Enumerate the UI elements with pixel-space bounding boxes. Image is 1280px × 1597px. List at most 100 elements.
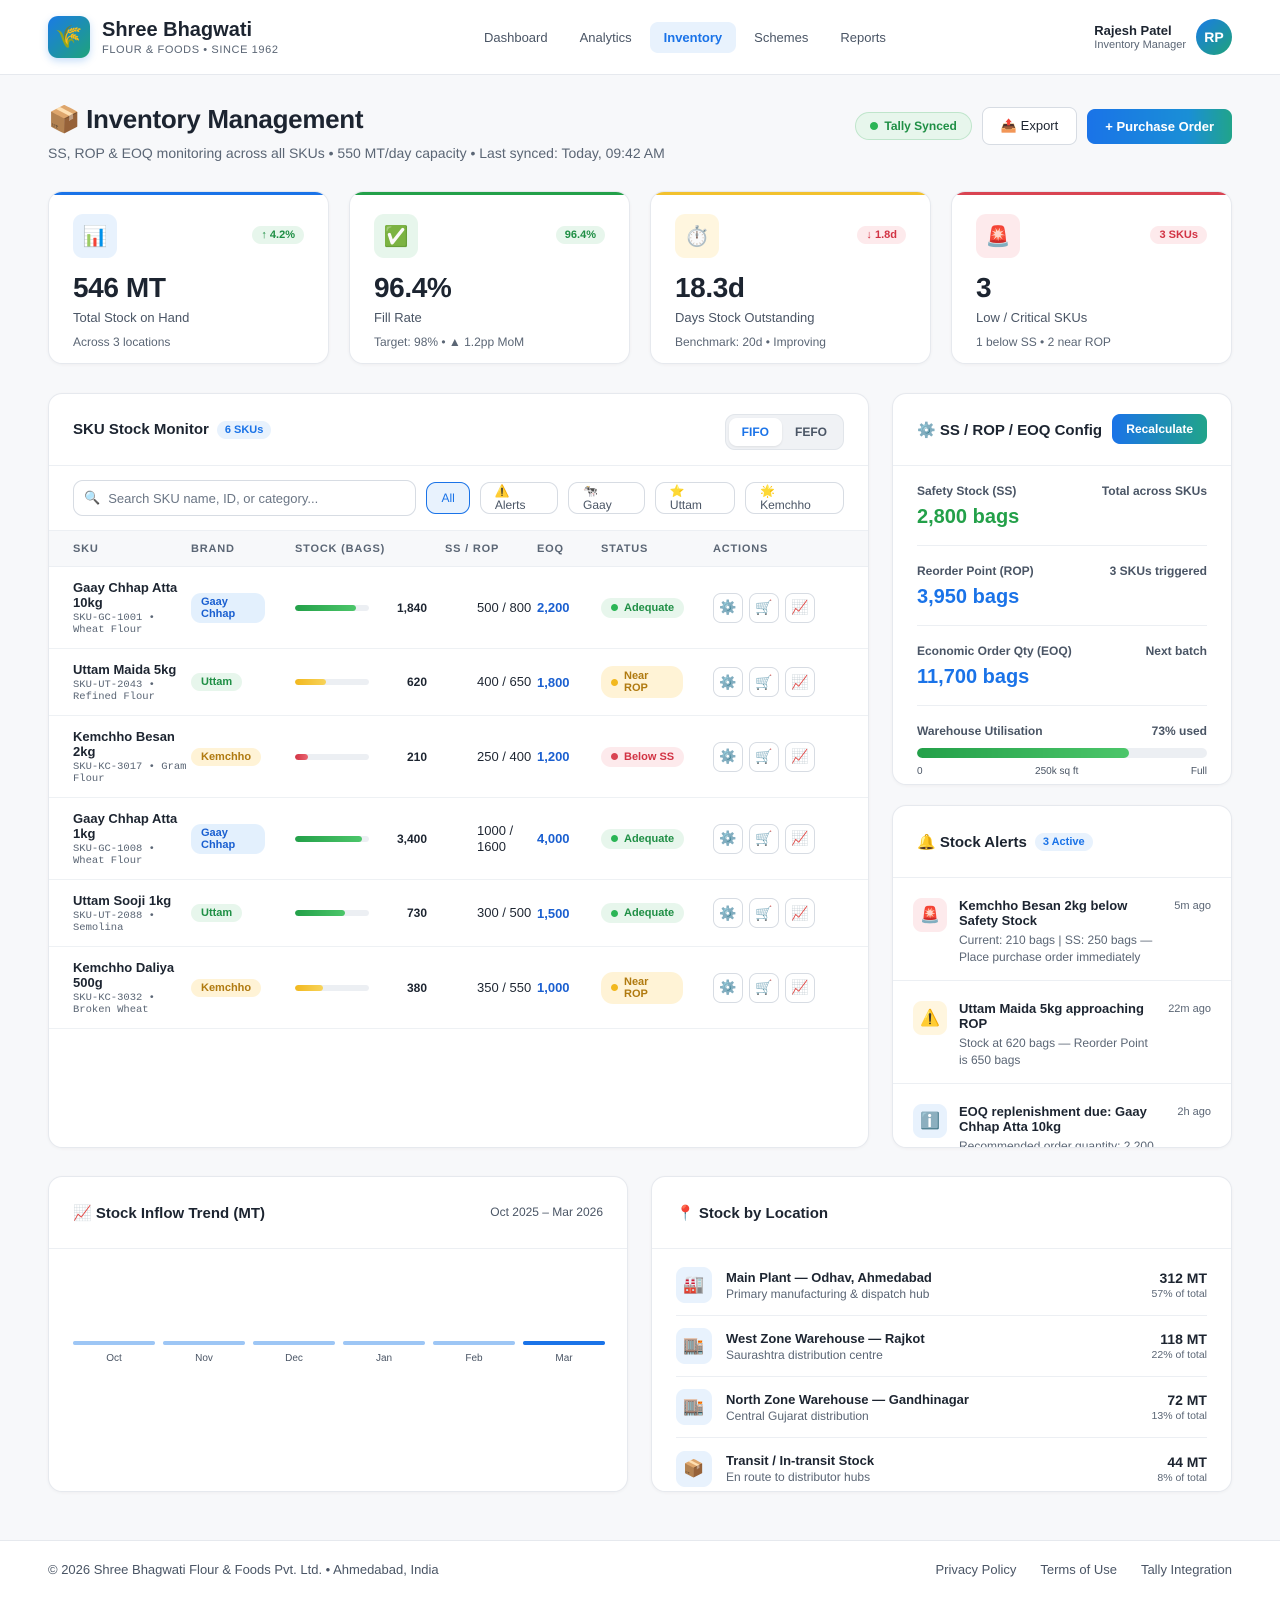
config-row: Safety Stock (SS) Total across SKUs 2,800 … xyxy=(917,466,1207,546)
filter-uttam[interactable]: ⭐ Uttam xyxy=(654,482,736,514)
avatar[interactable]: RP xyxy=(1196,19,1232,55)
cell-brand: Kemchho xyxy=(191,946,295,1029)
alert-item[interactable]: 🚨 Kemchho Besan 2kg below Safety Stock Cur… xyxy=(893,878,1231,981)
cell-brand: Uttam xyxy=(191,879,295,947)
inflow-bar-dec[interactable] xyxy=(253,1341,335,1345)
cell-stock: 620 xyxy=(295,648,445,716)
nav-dashboard[interactable]: Dashboard xyxy=(470,22,562,53)
inflow-bar-jan[interactable] xyxy=(343,1341,425,1345)
chart-icon[interactable]: 📈 xyxy=(785,898,815,928)
chart-icon[interactable]: 📈 xyxy=(785,592,815,623)
cart-icon[interactable]: 🛒 xyxy=(749,898,779,928)
user-menu[interactable]: Rajesh Patel Inventory Manager RP xyxy=(1094,19,1232,55)
settings-icon[interactable]: ⚙️ xyxy=(713,741,743,772)
location-row[interactable]: 🏬 West Zone Warehouse — Rajkot Saurashtra … xyxy=(676,1316,1207,1377)
row-actions: ⚙️ 🛒 📈 xyxy=(713,972,868,1003)
col-stock[interactable]: STOCK (BAGS) xyxy=(295,530,445,567)
x-tick-label: Jan xyxy=(376,1353,392,1364)
stock-bar-wrap: 620 xyxy=(295,675,445,689)
chart-icon[interactable]: 📈 xyxy=(785,741,815,772)
chart-icon[interactable]: 📈 xyxy=(785,823,815,854)
status-text: Near ROP xyxy=(624,670,649,694)
cell-stock: 210 xyxy=(295,715,445,798)
stock-inflow-trend: 📈 Stock Inflow Trend (MT) Oct 2025 – Mar… xyxy=(48,1176,628,1492)
sku-name: Uttam Sooji 1kg xyxy=(73,892,172,908)
trend-date-range: Oct 2025 – Mar 2026 xyxy=(490,1205,603,1219)
toggle-fifo[interactable]: FIFO xyxy=(728,418,782,446)
alert-body: Kemchho Besan 2kg below Safety Stock Curr… xyxy=(959,898,1159,966)
footer-tally-link[interactable]: Tally Integration xyxy=(1141,1562,1232,1577)
filter-alerts[interactable]: ⚠️ Alerts xyxy=(479,482,559,514)
settings-icon[interactable]: ⚙️ xyxy=(713,972,743,1003)
table-row[interactable]: Uttam Maida 5kg SKU-UT-2043 • Refined Flo… xyxy=(49,648,868,716)
cell-ss-rop: 500 / 800 xyxy=(445,566,537,649)
filter-kemchho[interactable]: 🌟 Kemchho xyxy=(745,482,844,514)
footer-privacy-link[interactable]: Privacy Policy xyxy=(935,1562,1016,1577)
table-row[interactable]: Kemchho Daliya 500g SKU-KC-3032 • Broken … xyxy=(49,946,868,1029)
status-badge: Near ROP xyxy=(601,971,683,1004)
stock-bar-wrap: 210 xyxy=(295,750,445,764)
alerts-header: 🔔 Stock Alerts 3 Active xyxy=(893,806,1231,878)
nav-schemes[interactable]: Schemes xyxy=(740,22,822,53)
trend-header: 📈 Stock Inflow Trend (MT) Oct 2025 – Mar… xyxy=(49,1177,627,1249)
inflow-bar-oct[interactable] xyxy=(73,1341,155,1345)
location-percent: 57% of total xyxy=(1151,1288,1207,1300)
status-dot xyxy=(611,678,618,686)
col-sku[interactable]: SKU xyxy=(49,530,191,567)
col-brand[interactable]: BRAND xyxy=(191,530,295,567)
cart-icon[interactable]: 🛒 xyxy=(749,667,779,697)
inflow-bar-nov[interactable] xyxy=(163,1341,245,1345)
inflow-bar-mar[interactable] xyxy=(523,1341,605,1345)
kpi-card: ✅ 96.4% 96.4% Fill Rate Target: 98% • ▲ 1.2p… xyxy=(349,191,630,364)
stock-bar-fill xyxy=(295,753,309,760)
kpi-label: Fill Rate xyxy=(374,310,422,325)
brand-name: Shree Bhagwati xyxy=(102,18,253,41)
col-eoq[interactable]: EOQ xyxy=(537,530,601,567)
filter-gaay[interactable]: 🐄 Gaay xyxy=(568,482,645,514)
table-row[interactable]: Gaay Chhap Atta 1kg SKU-GC-1008 • Wheat F… xyxy=(49,797,868,880)
alert-item[interactable]: ⚠️ Uttam Maida 5kg approaching ROP Stock a… xyxy=(893,981,1231,1084)
settings-icon[interactable]: ⚙️ xyxy=(713,667,743,697)
location-row[interactable]: 📦 Transit / In-transit Stock En route to d… xyxy=(676,1438,1207,1491)
cart-icon[interactable]: 🛒 xyxy=(749,592,779,623)
kpi-row: 📊 ↑ 4.2% 546 MT Total Stock on Hand Across 3… xyxy=(48,191,1232,364)
col-ss-rop[interactable]: SS / ROP xyxy=(445,530,537,567)
cart-icon[interactable]: 🛒 xyxy=(749,741,779,772)
nav-analytics[interactable]: Analytics xyxy=(566,22,646,53)
kpi-note: 1 below SS • 2 near ROP xyxy=(976,335,1111,349)
toggle-fefo[interactable]: FEFO xyxy=(782,418,840,446)
kpi-note: Across 3 locations xyxy=(73,335,171,349)
cell-eoq: 1,500 xyxy=(537,879,601,947)
sku-id: SKU-UT-2088 • Semolina xyxy=(73,909,155,934)
location-row[interactable]: 🏬 North Zone Warehouse — Gandhinagar Centr… xyxy=(676,1377,1207,1438)
settings-icon[interactable]: ⚙️ xyxy=(713,823,743,854)
table-row[interactable]: Uttam Sooji 1kg SKU-UT-2088 • Semolina Utt… xyxy=(49,879,868,947)
filter-all[interactable]: All xyxy=(426,482,470,514)
stock-bar-track xyxy=(295,984,369,991)
nav-inventory[interactable]: Inventory xyxy=(649,22,737,53)
stock-bar-track xyxy=(295,910,369,916)
brand-badge: Gaay Chhap xyxy=(191,823,265,854)
location-header: 📍 Stock by Location xyxy=(652,1177,1231,1249)
settings-icon[interactable]: ⚙️ xyxy=(713,898,743,928)
kpi-note: Benchmark: 20d • Improving xyxy=(675,335,826,349)
chart-icon[interactable]: 📈 xyxy=(785,972,815,1003)
cart-icon[interactable]: 🛒 xyxy=(749,972,779,1003)
settings-icon[interactable]: ⚙️ xyxy=(713,592,743,623)
export-button[interactable]: 📤 Export xyxy=(981,107,1078,145)
stock-bar-track xyxy=(295,604,369,611)
location-row[interactable]: 🏭 Main Plant — Odhav, Ahmedabad Primary ma… xyxy=(676,1255,1207,1316)
cart-icon[interactable]: 🛒 xyxy=(749,823,779,854)
sku-search-input[interactable] xyxy=(108,490,399,506)
col-status[interactable]: STATUS xyxy=(601,530,713,567)
alert-item[interactable]: ℹ️ EOQ replenishment due: Gaay Chhap Atta… xyxy=(893,1084,1231,1147)
chart-icon[interactable]: 📈 xyxy=(785,667,815,697)
nav-reports[interactable]: Reports xyxy=(826,22,900,53)
table-row[interactable]: Kemchho Besan 2kg SKU-KC-3017 • Gram Flou… xyxy=(49,715,868,798)
inflow-bar-feb[interactable] xyxy=(433,1341,515,1345)
purchase-order-button[interactable]: + Purchase Order xyxy=(1087,108,1232,144)
footer-terms-link[interactable]: Terms of Use xyxy=(1040,1562,1117,1577)
recalculate-button[interactable]: Recalculate xyxy=(1112,414,1207,444)
alert-description: Stock at 620 bags — Reorder Point is 650… xyxy=(959,1036,1148,1067)
table-row[interactable]: Gaay Chhap Atta 10kg SKU-GC-1001 • Wheat … xyxy=(49,566,868,649)
